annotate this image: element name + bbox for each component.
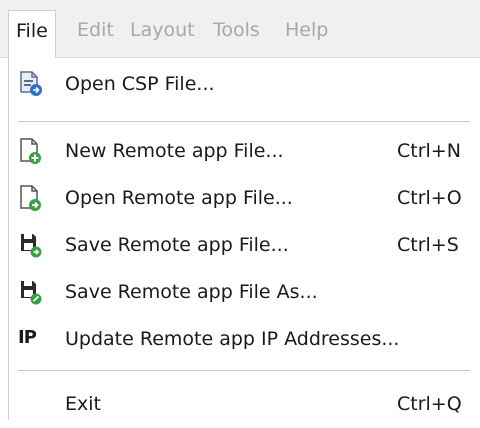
- file-menu-dropdown: Open CSP File... New Remote app File... …: [8, 58, 480, 420]
- menu-separator: [18, 370, 470, 371]
- ip-icon: IP: [18, 327, 37, 348]
- menu-separator: [18, 121, 470, 122]
- menu-layout[interactable]: Layout: [123, 10, 202, 50]
- menu-edit[interactable]: Edit: [70, 10, 121, 50]
- menu-item-open-csp-file[interactable]: Open CSP File...: [9, 60, 471, 108]
- menu-item-save-remote-app-file-as[interactable]: Save Remote app File As...: [9, 268, 471, 316]
- menu-file[interactable]: File: [8, 10, 56, 59]
- menu-item-new-remote-app-file[interactable]: New Remote app File... Ctrl+N: [9, 127, 471, 175]
- menu-item-shortcut: Ctrl+O: [397, 187, 462, 209]
- menu-item-open-remote-app-file[interactable]: Open Remote app File... Ctrl+O: [9, 174, 471, 222]
- menu-item-label: Save Remote app File As...: [65, 281, 318, 303]
- menu-item-label: New Remote app File...: [65, 140, 284, 162]
- menu-item-label: Open CSP File...: [65, 73, 215, 95]
- save-file-as-icon: [18, 278, 44, 306]
- menu-help[interactable]: Help: [278, 10, 335, 50]
- save-file-icon: [18, 231, 44, 259]
- menu-item-shortcut: Ctrl+N: [397, 140, 461, 162]
- new-file-icon: [18, 137, 44, 165]
- menu-item-shortcut: Ctrl+Q: [397, 393, 462, 415]
- menu-item-save-remote-app-file[interactable]: Save Remote app File... Ctrl+S: [9, 221, 471, 269]
- menu-bar: File Edit Layout Tools Help: [0, 0, 480, 59]
- menu-item-label: Exit: [65, 393, 101, 415]
- menu-item-label: Open Remote app File...: [65, 187, 293, 209]
- menu-tools[interactable]: Tools: [206, 10, 267, 50]
- menu-item-update-ip-addresses[interactable]: IP Update Remote app IP Addresses...: [9, 315, 471, 363]
- menu-item-label: Save Remote app File...: [65, 234, 289, 256]
- open-csp-file-icon: [18, 70, 44, 98]
- menu-item-label: Update Remote app IP Addresses...: [65, 328, 400, 350]
- menu-item-exit[interactable]: Exit Ctrl+Q: [9, 380, 471, 428]
- menu-item-shortcut: Ctrl+S: [397, 234, 459, 256]
- application-window: File Edit Layout Tools Help Open CSP Fil…: [0, 0, 480, 420]
- open-file-icon: [18, 184, 44, 212]
